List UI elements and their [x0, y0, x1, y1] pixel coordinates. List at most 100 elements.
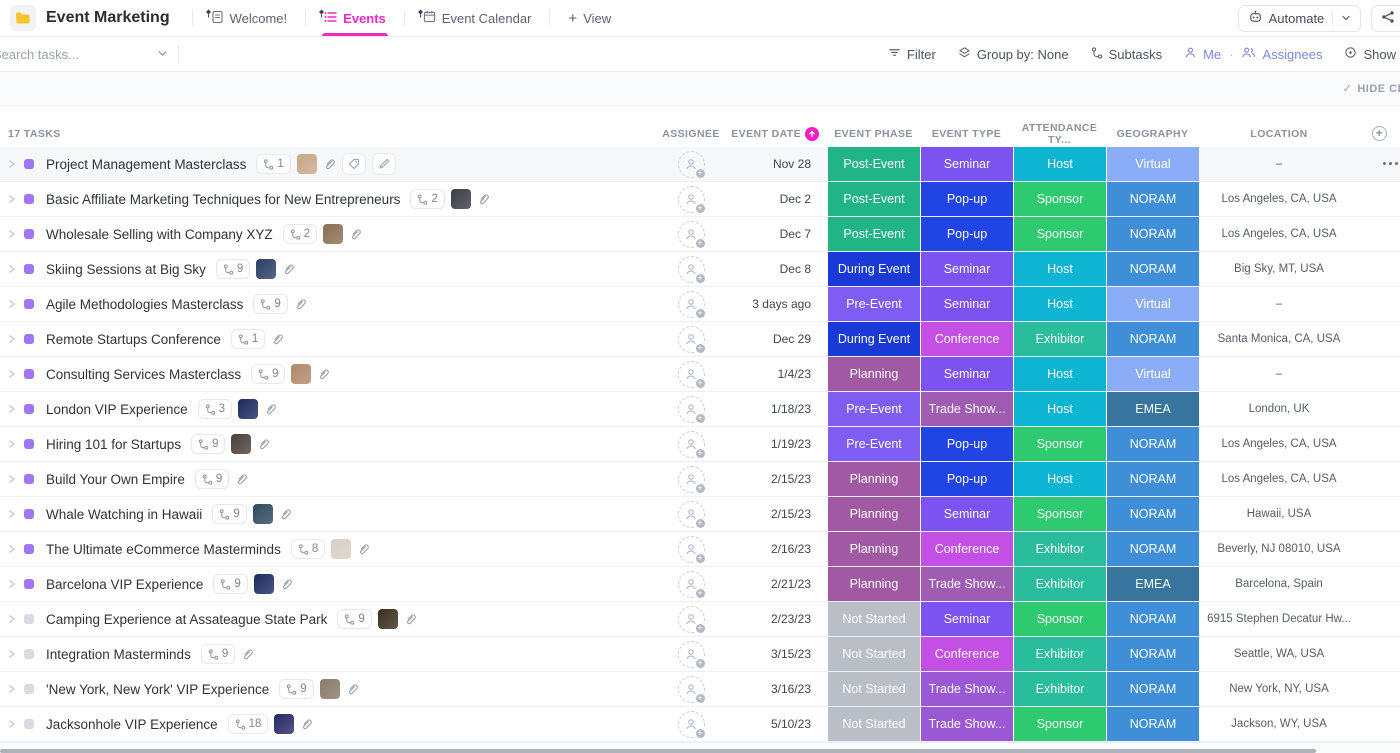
geography-badge[interactable]: NORAM — [1107, 217, 1199, 251]
add-assignee-button[interactable]: + — [677, 220, 706, 249]
attendance-type-badge[interactable]: Host — [1014, 287, 1106, 321]
add-assignee-button[interactable]: + — [677, 360, 706, 389]
status-icon[interactable] — [24, 369, 34, 379]
location-value[interactable]: – — [1199, 368, 1359, 380]
status-icon[interactable] — [24, 649, 34, 659]
expand-chevron-icon[interactable] — [8, 510, 18, 518]
paperclip-icon[interactable] — [404, 613, 417, 626]
status-icon[interactable] — [24, 614, 34, 624]
attendance-type-badge[interactable]: Sponsor — [1014, 497, 1106, 531]
geography-badge[interactable]: NORAM — [1107, 637, 1199, 671]
expand-chevron-icon[interactable] — [8, 615, 18, 623]
geography-badge[interactable]: NORAM — [1107, 532, 1199, 566]
subtask-count[interactable]: 9 — [337, 609, 372, 629]
event-date-value[interactable]: 2/23/23 — [727, 612, 827, 626]
event-type-badge[interactable]: Pop-up — [921, 462, 1013, 496]
attachment-thumbnail[interactable] — [319, 679, 340, 699]
task-row[interactable]: Skiing Sessions at Big Sky 9 + Dec 8 During … — [0, 252, 1400, 287]
subtask-count[interactable]: 2 — [410, 189, 445, 209]
event-date-value[interactable]: 2/21/23 — [727, 577, 827, 591]
event-phase-badge[interactable]: Planning — [828, 357, 920, 391]
expand-chevron-icon[interactable] — [8, 370, 18, 378]
task-title[interactable]: Basic Affiliate Marketing Techniques for… — [46, 192, 400, 207]
paperclip-icon[interactable] — [271, 333, 284, 346]
add-assignee-button[interactable]: + — [677, 710, 706, 739]
event-phase-badge[interactable]: Not Started — [828, 672, 920, 706]
paperclip-icon[interactable] — [257, 438, 270, 451]
automate-button[interactable]: Automate — [1237, 4, 1362, 32]
task-title[interactable]: Jacksonhole VIP Experience — [46, 717, 218, 732]
event-type-badge[interactable]: Trade Show... — [921, 392, 1013, 426]
task-row[interactable]: Agile Methodologies Masterclass 9 +3 days … — [0, 287, 1400, 322]
task-row[interactable]: London VIP Experience 3 +1/18/23 Pre-Event T… — [0, 392, 1400, 427]
subtask-count[interactable]: 9 — [213, 574, 248, 594]
subtask-count[interactable]: 8 — [290, 539, 326, 559]
attachment-thumbnail[interactable] — [231, 434, 252, 454]
expand-chevron-icon[interactable] — [8, 300, 18, 308]
event-type-badge[interactable]: Seminar — [921, 497, 1013, 531]
column-header-assignee[interactable]: ASSIGNEE — [655, 128, 727, 140]
geography-badge[interactable]: Virtual — [1107, 147, 1199, 181]
event-type-badge[interactable]: Trade Show... — [921, 707, 1013, 741]
add-assignee-button[interactable]: + — [677, 185, 706, 214]
subtask-count[interactable]: 9 — [191, 434, 226, 454]
subtask-count[interactable]: 9 — [194, 469, 230, 489]
chevron-down-icon[interactable] — [1341, 11, 1351, 26]
location-value[interactable]: Los Angeles, CA, USA — [1199, 228, 1359, 240]
event-date-value[interactable]: Dec 2 — [727, 192, 827, 206]
task-title[interactable]: Wholesale Selling with Company XYZ — [46, 227, 273, 242]
add-assignee-button[interactable]: + — [677, 570, 706, 599]
event-phase-badge[interactable]: Planning — [828, 532, 920, 566]
event-type-badge[interactable]: Conference — [921, 322, 1013, 356]
expand-chevron-icon[interactable] — [8, 265, 18, 273]
subtask-count[interactable]: 9 — [215, 259, 251, 279]
add-assignee-button[interactable]: + — [677, 430, 706, 459]
expand-chevron-icon[interactable] — [8, 405, 18, 413]
task-title[interactable]: Agile Methodologies Masterclass — [46, 297, 243, 312]
attendance-type-badge[interactable]: Exhibitor — [1014, 637, 1106, 671]
column-header-event-date[interactable]: EVENT DATE — [727, 126, 827, 141]
attachment-thumbnail[interactable] — [296, 154, 317, 174]
attachment-thumbnail[interactable] — [252, 504, 273, 524]
task-row[interactable]: Project Management Masterclass 1 + Nov 28 Po… — [0, 147, 1400, 182]
event-phase-badge[interactable]: Post-Event — [828, 217, 920, 251]
paperclip-icon[interactable] — [280, 578, 293, 591]
task-row[interactable]: Basic Affiliate Marketing Techniques for… — [0, 182, 1400, 217]
task-title[interactable]: Camping Experience at Assateague State P… — [46, 612, 327, 627]
task-row[interactable]: Wholesale Selling with Company XYZ 2 + Dec … — [0, 217, 1400, 252]
subtask-count[interactable]: 9 — [200, 644, 236, 664]
event-date-value[interactable]: 2/16/23 — [727, 542, 827, 556]
subtask-count[interactable]: 9 — [279, 679, 314, 699]
status-icon[interactable] — [24, 544, 34, 554]
task-row[interactable]: Build Your Own Empire 9 +2/15/23 Planning Po… — [0, 462, 1400, 497]
attachment-thumbnail[interactable] — [253, 574, 274, 594]
geography-badge[interactable]: Virtual — [1107, 287, 1199, 321]
geography-badge[interactable]: NORAM — [1107, 462, 1199, 496]
event-date-value[interactable]: 3 days ago — [727, 297, 827, 311]
paperclip-icon[interactable] — [282, 263, 295, 276]
paperclip-icon[interactable] — [279, 508, 292, 521]
task-title[interactable]: Hiring 101 for Startups — [46, 437, 181, 452]
column-header-event-type[interactable]: EVENT TYPE — [920, 128, 1013, 140]
attachment-thumbnail[interactable] — [377, 609, 398, 629]
sort-ascending-icon[interactable] — [805, 126, 819, 141]
add-assignee-button[interactable]: + — [677, 675, 706, 704]
status-icon[interactable] — [24, 299, 34, 309]
event-date-value[interactable]: 5/10/23 — [727, 717, 827, 731]
location-value[interactable]: Santa Monica, CA, USA — [1199, 333, 1359, 345]
add-assignee-button[interactable]: + — [677, 535, 706, 564]
attendance-type-badge[interactable]: Host — [1014, 252, 1106, 286]
add-assignee-button[interactable]: + — [677, 395, 706, 424]
event-type-badge[interactable]: Conference — [921, 637, 1013, 671]
subtask-count[interactable]: 9 — [212, 504, 247, 524]
subtask-count[interactable]: 18 — [227, 714, 269, 734]
event-phase-badge[interactable]: Planning — [828, 567, 920, 601]
expand-chevron-icon[interactable] — [8, 335, 18, 343]
attachment-thumbnail[interactable] — [323, 224, 344, 244]
location-value[interactable]: 6915 Stephen Decatur Hw... — [1199, 613, 1359, 625]
column-header-attendance-type[interactable]: ATTENDANCE TY... — [1013, 122, 1106, 146]
event-phase-badge[interactable]: Post-Event — [828, 182, 920, 216]
tab-event-calendar[interactable]: Event Calendar — [411, 0, 544, 36]
location-value[interactable]: Jackson, WY, USA — [1199, 718, 1359, 730]
column-header-geography[interactable]: GEOGRAPHY — [1106, 128, 1199, 140]
